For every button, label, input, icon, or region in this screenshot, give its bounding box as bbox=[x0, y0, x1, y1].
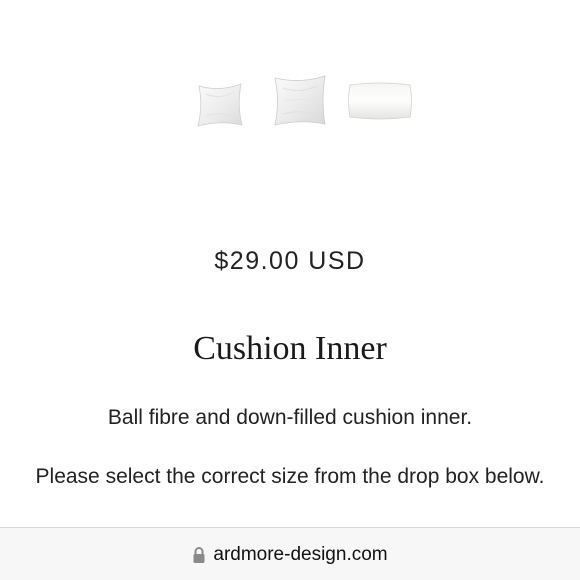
product-price: $29.00 USD bbox=[214, 247, 366, 275]
product-description: Ball fibre and down-filled cushion inner… bbox=[107, 406, 473, 429]
cushion-image-1[interactable] bbox=[194, 80, 246, 130]
lock-icon bbox=[193, 547, 205, 563]
cushion-image-3[interactable] bbox=[347, 80, 413, 122]
product-image-gallery bbox=[0, 0, 580, 200]
product-instruction: Please select the correct size from the … bbox=[35, 465, 545, 488]
product-page: $29.00 USD Cushion Inner Ball fibre and … bbox=[0, 0, 580, 580]
cushion-image-2[interactable] bbox=[271, 73, 329, 129]
url-text: ardmore-design.com bbox=[213, 543, 388, 565]
product-title: Cushion Inner bbox=[193, 330, 387, 367]
browser-address-bar[interactable]: ardmore-design.com bbox=[0, 527, 580, 580]
